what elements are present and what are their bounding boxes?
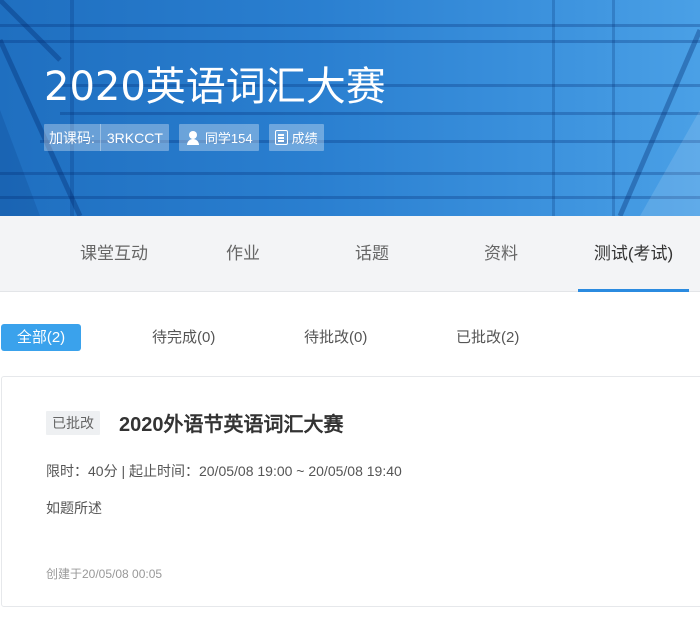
- document-icon: [274, 130, 288, 145]
- grades-button[interactable]: 成绩: [268, 124, 324, 151]
- tab-materials[interactable]: 资料: [461, 216, 541, 292]
- exam-created-time: 创建于20/05/08 00:05: [46, 567, 163, 581]
- tab-classroom-interaction[interactable]: 课堂互动: [64, 216, 164, 292]
- tab-homework[interactable]: 作业: [203, 216, 283, 292]
- course-title: 2020英语词汇大赛: [44, 64, 386, 110]
- filter-graded[interactable]: 已批改(2): [456, 324, 519, 351]
- exam-card[interactable]: 已批改 2020外语节英语词汇大赛 限时：40分 | 起止时间：20/05/08…: [1, 376, 700, 607]
- join-code-chip[interactable]: 加课码: 3RKCCT: [44, 124, 169, 151]
- students-button[interactable]: 同学154: [178, 124, 259, 151]
- tab-topics[interactable]: 话题: [332, 216, 412, 292]
- join-code-label: 加课码:: [49, 129, 95, 146]
- active-tab-indicator: [578, 289, 689, 292]
- students-label: 同学154: [204, 131, 253, 146]
- filter-all[interactable]: 全部(2): [1, 324, 81, 351]
- exam-time-info: 限时：40分 | 起止时间：20/05/08 19:00 ~ 20/05/08 …: [46, 463, 402, 479]
- exam-description: 如题所述: [46, 500, 102, 516]
- tab-tests[interactable]: 测试(考试): [578, 216, 689, 292]
- join-code-value: 3RKCCT: [106, 129, 163, 146]
- filter-pending[interactable]: 待完成(0): [152, 324, 215, 351]
- exam-title[interactable]: 2020外语节英语词汇大赛: [119, 411, 344, 439]
- course-tabs: 课堂互动 作业 话题 资料 测试(考试): [0, 216, 700, 292]
- user-icon: [185, 130, 201, 146]
- status-badge: 已批改: [46, 411, 100, 435]
- course-meta: 加课码: 3RKCCT 同学154 成绩: [44, 124, 324, 151]
- filter-to-grade[interactable]: 待批改(0): [304, 324, 367, 351]
- grades-label: 成绩: [291, 131, 318, 146]
- course-banner: 2020英语词汇大赛 加课码: 3RKCCT 同学154 成绩: [0, 0, 700, 216]
